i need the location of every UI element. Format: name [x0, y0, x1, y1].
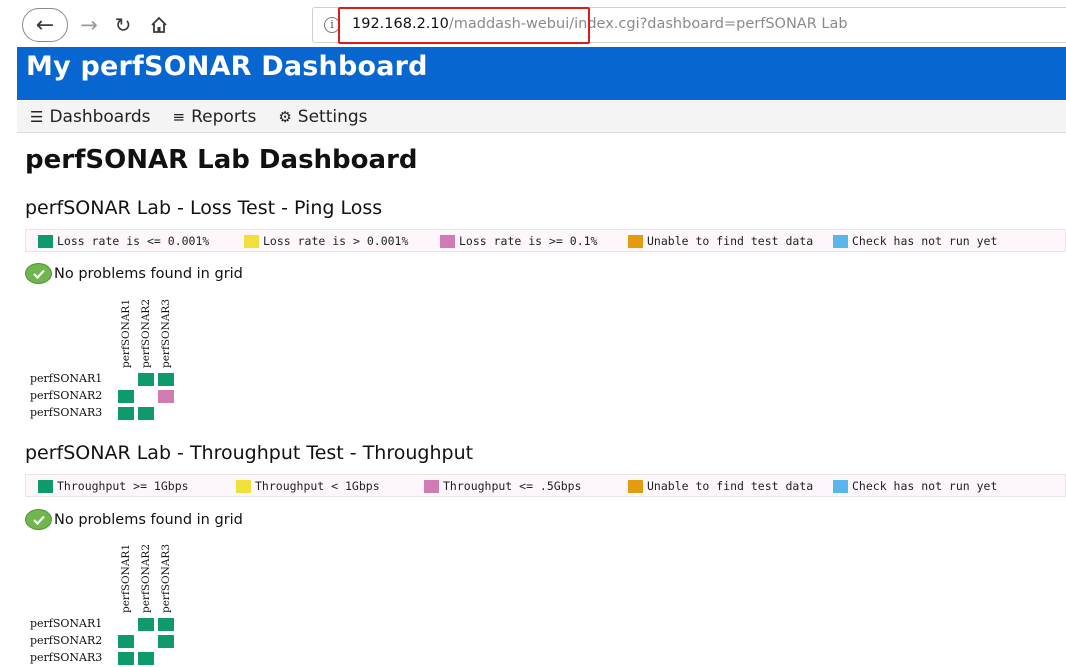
back-button[interactable]: ←	[22, 8, 68, 42]
section-title-throughput: perfSONAR Lab - Throughput Test - Throug…	[25, 442, 474, 464]
page-title: perfSONAR Lab Dashboard	[25, 145, 418, 175]
app-header: My perfSONAR Dashboard	[17, 47, 1066, 100]
legend-label: Loss rate is > 0.001%	[263, 234, 409, 248]
legend-label: Throughput >= 1Gbps	[57, 479, 189, 493]
legend-label: Loss rate is <= 0.001%	[57, 234, 210, 248]
menu-reports-label: Reports	[191, 106, 257, 127]
legend-label: Check has not run yet	[852, 479, 998, 493]
grid-column-label: perfSONAR1	[120, 299, 132, 368]
legend-label: Unable to find test data	[647, 234, 814, 248]
grid-cell[interactable]	[138, 652, 154, 665]
grid-row-label: perfSONAR3	[30, 406, 103, 419]
grid-column-label: perfSONAR3	[160, 544, 172, 613]
legend-swatch	[424, 479, 439, 493]
grid-row-label: perfSONAR2	[30, 389, 103, 402]
legend-swatch	[38, 234, 53, 248]
check-icon	[25, 509, 52, 530]
list-icon: ≡	[172, 107, 186, 126]
legend-label: Check has not run yet	[852, 234, 998, 248]
browser-window: ← → ↻ i 192.168.2.10/maddash-webui/index…	[0, 0, 1066, 667]
menu-reports[interactable]: ≡ Reports	[173, 107, 257, 127]
menu-dashboards-label: Dashboards	[49, 106, 151, 127]
legend-item: Loss rate is >= 0.1%	[440, 234, 597, 248]
check-icon	[25, 263, 52, 284]
menu-settings[interactable]: ⚙ Settings	[278, 107, 367, 127]
legend-item: Throughput < 1Gbps	[236, 479, 380, 493]
grid-row-label: perfSONAR1	[30, 617, 103, 630]
grid-row-label: perfSONAR2	[30, 634, 103, 647]
gear-icon: ⚙	[278, 107, 292, 126]
forward-button[interactable]: →	[74, 8, 104, 42]
browser-toolbar: ← → ↻ i 192.168.2.10/maddash-webui/index…	[0, 0, 1066, 46]
grid-cell[interactable]	[118, 635, 134, 648]
legend-swatch	[833, 234, 848, 248]
grid-column-label: perfSONAR3	[160, 299, 172, 368]
legend-item: Throughput <= .5Gbps	[424, 479, 581, 493]
legend-swatch	[244, 234, 259, 248]
legend-throughput: Throughput >= 1Gbps Throughput < 1Gbps T…	[25, 474, 1066, 497]
legend-label: Throughput < 1Gbps	[255, 479, 380, 493]
grid-cell[interactable]	[158, 373, 174, 386]
legend-label: Unable to find test data	[647, 479, 814, 493]
grid-cell[interactable]	[118, 407, 134, 420]
status-message-throughput: No problems found in grid	[25, 509, 243, 530]
section-title-loss: perfSONAR Lab - Loss Test - Ping Loss	[25, 197, 383, 219]
grid-row-label: perfSONAR3	[30, 651, 103, 664]
grid-throughput: perfSONAR1 perfSONAR2 perfSONAR3 perfSONAR1…	[30, 544, 210, 667]
legend-item: Check has not run yet	[833, 479, 997, 493]
grid-cell[interactable]	[138, 618, 154, 631]
grid-column-label: perfSONAR2	[140, 299, 152, 368]
grid-column-label: perfSONAR1	[120, 544, 132, 613]
legend-item: Loss rate is > 0.001%	[244, 234, 408, 248]
legend-label: Loss rate is >= 0.1%	[459, 234, 598, 248]
grid-cell[interactable]	[158, 618, 174, 631]
legend-item: Unable to find test data	[628, 234, 813, 248]
status-message-loss: No problems found in grid	[25, 263, 243, 284]
grid-cell[interactable]	[158, 390, 174, 403]
grid-cell[interactable]	[158, 635, 174, 648]
reload-button[interactable]: ↻	[108, 8, 138, 42]
menu-dashboards[interactable]: ☰ Dashboards	[30, 107, 151, 127]
menu-settings-label: Settings	[297, 106, 368, 127]
app-title: My perfSONAR Dashboard	[26, 51, 428, 82]
legend-item: Unable to find test data	[628, 479, 813, 493]
reload-icon: ↻	[114, 13, 132, 37]
home-button[interactable]	[142, 8, 176, 42]
arrow-right-icon: →	[80, 13, 98, 37]
legend-item: Loss rate is <= 0.001%	[38, 234, 209, 248]
legend-label: Throughput <= .5Gbps	[443, 479, 582, 493]
grid-row-label: perfSONAR1	[30, 372, 103, 385]
grid-column-label: perfSONAR2	[140, 544, 152, 613]
legend-swatch	[236, 479, 251, 493]
grid-cell[interactable]	[138, 373, 154, 386]
legend-swatch	[833, 479, 848, 493]
grid-cell[interactable]	[118, 652, 134, 665]
legend-swatch	[628, 234, 643, 248]
status-text: No problems found in grid	[54, 511, 243, 528]
legend-loss: Loss rate is <= 0.001% Loss rate is > 0.…	[25, 229, 1066, 252]
legend-swatch	[38, 479, 53, 493]
arrow-left-icon: ←	[35, 12, 55, 38]
menu-bar: ☰ Dashboards ≡ Reports ⚙ Settings	[17, 101, 1066, 133]
status-text: No problems found in grid	[54, 265, 243, 282]
grid-cell[interactable]	[138, 407, 154, 420]
grid-cell[interactable]	[118, 390, 134, 403]
url-highlight-box	[338, 7, 590, 44]
hamburger-icon: ☰	[30, 107, 44, 126]
grid-loss: perfSONAR1 perfSONAR2 perfSONAR3 perfSONAR1…	[30, 299, 210, 430]
home-icon	[151, 16, 167, 33]
legend-swatch	[628, 479, 643, 493]
legend-item: Throughput >= 1Gbps	[38, 479, 189, 493]
legend-item: Check has not run yet	[833, 234, 997, 248]
legend-swatch	[440, 234, 455, 248]
